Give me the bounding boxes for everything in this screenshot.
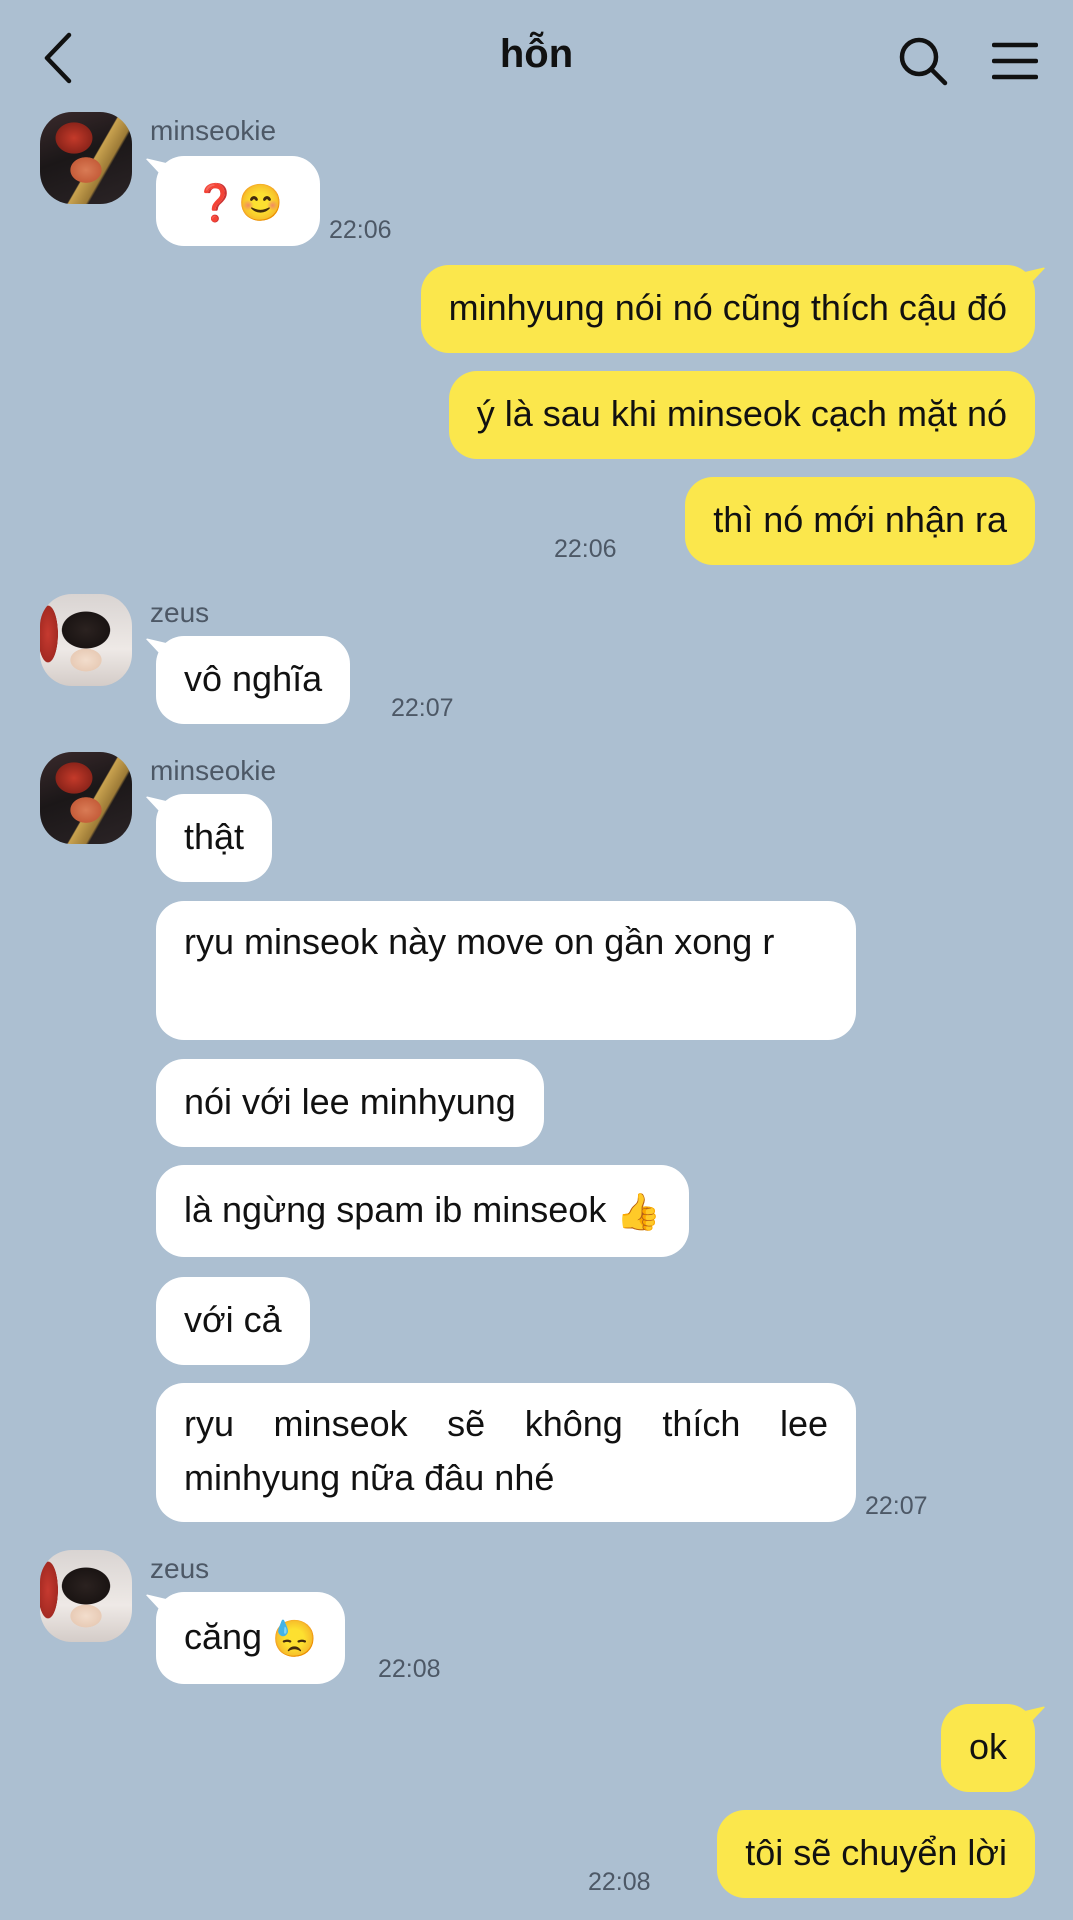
avatar-zeus[interactable] [40, 594, 132, 686]
message-bubble-outgoing[interactable]: tôi sẽ chuyển lời [717, 1810, 1035, 1898]
search-button[interactable] [896, 34, 950, 88]
message-time: 22:07 [865, 1492, 928, 1520]
message-bubble-outgoing[interactable]: ok [940, 1704, 1035, 1792]
message-time: 22:08 [378, 1655, 441, 1683]
message-bubble-incoming[interactable]: ryu minseok sẽ không thích lee minhyung … [156, 1383, 856, 1522]
message-bubble-incoming[interactable]: thật [156, 794, 273, 882]
message-bubble-incoming[interactable]: với cả [156, 1277, 310, 1365]
emoji-question-smile: ❓😊 [193, 182, 283, 224]
avatar-zeus[interactable] [40, 1550, 132, 1642]
message-bubble-outgoing[interactable]: thì nó mới nhận ra [685, 477, 1035, 565]
message-time: 22:06 [329, 216, 392, 244]
thumbs-up-icon: 👍 [616, 1191, 662, 1233]
message-text: căng [184, 1616, 263, 1657]
message-time: 22:08 [588, 1868, 651, 1896]
menu-button[interactable] [988, 34, 1042, 88]
sweat-face-icon: 😓 [272, 1618, 317, 1660]
message-bubble-outgoing[interactable]: minhyung nói nó cũng thích cậu đó [420, 265, 1035, 353]
avatar-minseokie[interactable] [40, 112, 132, 204]
search-icon [899, 37, 948, 86]
message-bubble-incoming[interactable]: ryu minseok này move on gần xong r [156, 901, 856, 1040]
message-time: 22:07 [391, 694, 454, 722]
message-bubble-incoming[interactable]: là ngừng spam ib minseok 👍 [156, 1165, 690, 1257]
hamburger-menu-icon [992, 42, 1038, 80]
message-bubble-incoming[interactable]: căng 😓 [156, 1592, 345, 1684]
message-time: 22:06 [554, 535, 617, 563]
message-bubble-incoming[interactable]: nói với lee minhyung [156, 1059, 544, 1147]
sender-name-minseokie: minseokie [150, 755, 277, 786]
message-bubble-outgoing[interactable]: ý là sau khi minseok cạch mặt nó [448, 371, 1035, 459]
sender-name-zeus: zeus [150, 597, 210, 628]
chat-header: hỗn [0, 0, 1073, 110]
message-bubble-incoming[interactable]: ❓😊 [156, 156, 320, 246]
sender-name-zeus: zeus [150, 1553, 210, 1584]
message-text: là ngừng spam ib minseok [184, 1189, 607, 1230]
message-bubble-incoming[interactable]: vô nghĩa [156, 636, 351, 724]
sender-name-minseokie: minseokie [150, 115, 277, 146]
avatar-minseokie[interactable] [40, 752, 132, 844]
